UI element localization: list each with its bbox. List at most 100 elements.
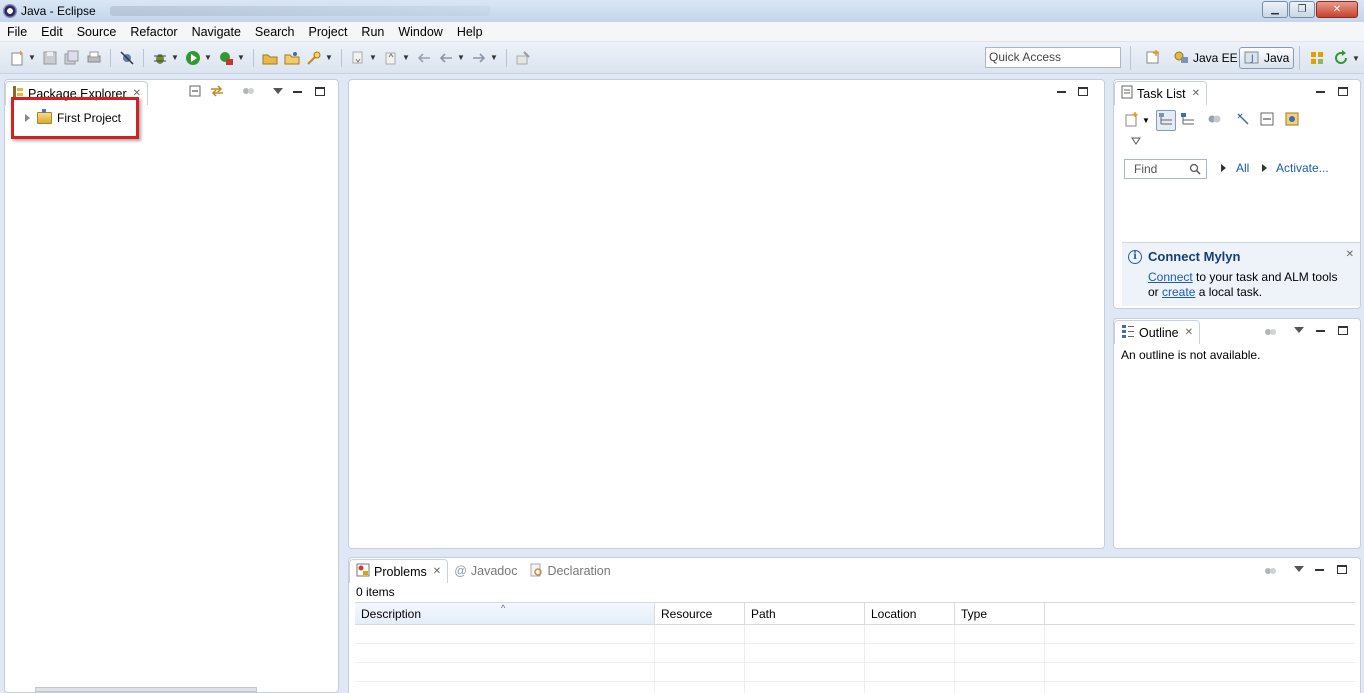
menu-window[interactable]: Window: [391, 22, 449, 42]
column-location[interactable]: Location: [865, 603, 955, 624]
quick-access-input[interactable]: Quick Access: [985, 47, 1121, 68]
minimize-icon[interactable]: [1313, 324, 1327, 336]
pin-editor-icon[interactable]: [514, 49, 532, 67]
new-task-dropdown-icon[interactable]: ▼: [1142, 116, 1150, 125]
skip-breakpoints-icon[interactable]: [118, 49, 136, 67]
column-description[interactable]: ^ Description: [355, 603, 655, 624]
link-with-editor-icon[interactable]: [210, 85, 224, 97]
save-icon[interactable]: [41, 49, 59, 67]
back-icon[interactable]: [437, 49, 455, 67]
menu-project[interactable]: Project: [302, 22, 355, 42]
previous-annotation-icon[interactable]: [382, 49, 400, 67]
all-arrow-icon[interactable]: [1221, 164, 1226, 172]
hide-completed-icon[interactable]: [1236, 112, 1250, 129]
external-tools-dropdown-icon[interactable]: ▼: [237, 53, 245, 62]
save-all-icon[interactable]: [63, 49, 81, 67]
create-link[interactable]: create: [1162, 285, 1195, 299]
maximize-window-button[interactable]: ❐: [1289, 1, 1315, 18]
find-input[interactable]: Find: [1124, 159, 1207, 179]
close-mylyn-icon[interactable]: ✕: [1346, 249, 1354, 260]
tab-declaration[interactable]: Declaration: [523, 559, 616, 583]
debug-icon[interactable]: [151, 49, 169, 67]
scheduled-toggle-icon[interactable]: [1180, 112, 1196, 129]
editor-minimize-icon[interactable]: [1054, 85, 1068, 97]
horizontal-scrollbar[interactable]: [17, 686, 335, 692]
search-dropdown-icon[interactable]: ▼: [325, 53, 333, 62]
print-icon[interactable]: [85, 49, 103, 67]
menu-file[interactable]: File: [0, 22, 34, 42]
new-icon[interactable]: [8, 49, 26, 67]
debug-dropdown-icon[interactable]: ▼: [171, 53, 179, 62]
java-perspective-button[interactable]: J Java: [1239, 47, 1295, 69]
activate-link[interactable]: Activate...: [1276, 161, 1329, 175]
title-bar: Java - Eclipse ▁ ❐ ✕: [0, 0, 1364, 22]
open-perspective-button[interactable]: [1141, 47, 1165, 69]
minimize-window-button[interactable]: ▁: [1262, 1, 1288, 18]
view-menu-icon[interactable]: [1292, 324, 1306, 336]
connect-link[interactable]: Connect: [1148, 270, 1193, 284]
minimize-icon[interactable]: [1313, 85, 1327, 97]
task-list-view-menu-icon[interactable]: [1131, 134, 1141, 148]
new-dropdown-icon[interactable]: ▼: [28, 53, 36, 62]
view-menu-icon[interactable]: [1292, 563, 1306, 575]
column-type[interactable]: Type: [955, 603, 1045, 624]
menu-source[interactable]: Source: [70, 22, 124, 42]
categorized-toggle-icon[interactable]: [1155, 110, 1176, 131]
view-menu-icon[interactable]: [271, 85, 285, 97]
tab-javadoc[interactable]: @ Javadoc: [448, 559, 523, 583]
external-tools-icon[interactable]: [217, 49, 235, 67]
back-dropdown-icon[interactable]: ▼: [457, 53, 465, 62]
maximize-icon[interactable]: [1336, 324, 1350, 336]
run-icon[interactable]: [184, 49, 202, 67]
collapse-all-icon[interactable]: [188, 85, 202, 97]
run-dropdown-icon[interactable]: ▼: [204, 53, 212, 62]
maximize-icon[interactable]: [1335, 563, 1349, 575]
maximize-icon[interactable]: [313, 85, 327, 97]
column-resource[interactable]: Resource: [655, 603, 745, 624]
all-link[interactable]: All: [1236, 161, 1249, 175]
perspective-dropdown-icon[interactable]: ▼: [1352, 54, 1360, 63]
maximize-icon[interactable]: [1336, 85, 1350, 97]
menu-edit[interactable]: Edit: [34, 22, 70, 42]
activate-arrow-icon[interactable]: [1262, 164, 1267, 172]
open-task-icon[interactable]: [283, 49, 301, 67]
menu-navigate[interactable]: Navigate: [185, 22, 248, 42]
close-tab-icon[interactable]: ✕: [1185, 327, 1193, 338]
tab-outline[interactable]: Outline ✕: [1114, 320, 1200, 344]
column-path[interactable]: Path: [745, 603, 865, 624]
menu-run[interactable]: Run: [354, 22, 391, 42]
open-type-icon[interactable]: [261, 49, 279, 67]
close-tab-icon[interactable]: ✕: [433, 566, 441, 577]
close-window-button[interactable]: ✕: [1316, 1, 1358, 18]
focus-active-task-icon[interactable]: [1263, 565, 1277, 577]
minimize-icon[interactable]: [290, 85, 304, 97]
menu-search[interactable]: Search: [248, 22, 302, 42]
editor-area: [348, 79, 1105, 549]
previous-annotation-dropdown-icon[interactable]: ▼: [402, 53, 410, 62]
forward-icon[interactable]: [470, 49, 488, 67]
refresh-perspective-icon[interactable]: [1332, 49, 1350, 67]
forward-dropdown-icon[interactable]: ▼: [490, 53, 498, 62]
javadoc-icon: @: [454, 564, 467, 578]
menu-help[interactable]: Help: [450, 22, 490, 42]
new-task-icon[interactable]: [1124, 111, 1140, 130]
java-ee-perspective-button[interactable]: Java EE: [1169, 47, 1242, 69]
scrollbar-thumb[interactable]: [35, 687, 257, 692]
synchronize-icon[interactable]: [1284, 111, 1300, 130]
focus-active-task-icon[interactable]: [1263, 326, 1277, 338]
team-synchronizing-icon[interactable]: [1308, 49, 1326, 67]
tab-problems[interactable]: Problems ✕: [349, 559, 449, 583]
blurred-title-area: [109, 6, 490, 16]
last-edit-location-icon[interactable]: [415, 49, 433, 67]
close-tab-icon[interactable]: ✕: [1192, 88, 1200, 99]
search-toolbar-icon[interactable]: [305, 49, 323, 67]
next-annotation-dropdown-icon[interactable]: ▼: [369, 53, 377, 62]
focus-workweek-icon[interactable]: [1206, 112, 1222, 129]
focus-active-task-icon[interactable]: [241, 85, 255, 97]
minimize-icon[interactable]: [1312, 563, 1326, 575]
editor-maximize-icon[interactable]: [1076, 85, 1090, 97]
menu-refactor[interactable]: Refactor: [123, 22, 184, 42]
tab-task-list[interactable]: Task List ✕: [1114, 81, 1208, 105]
collapse-all-icon[interactable]: [1260, 112, 1274, 129]
next-annotation-icon[interactable]: [349, 49, 367, 67]
